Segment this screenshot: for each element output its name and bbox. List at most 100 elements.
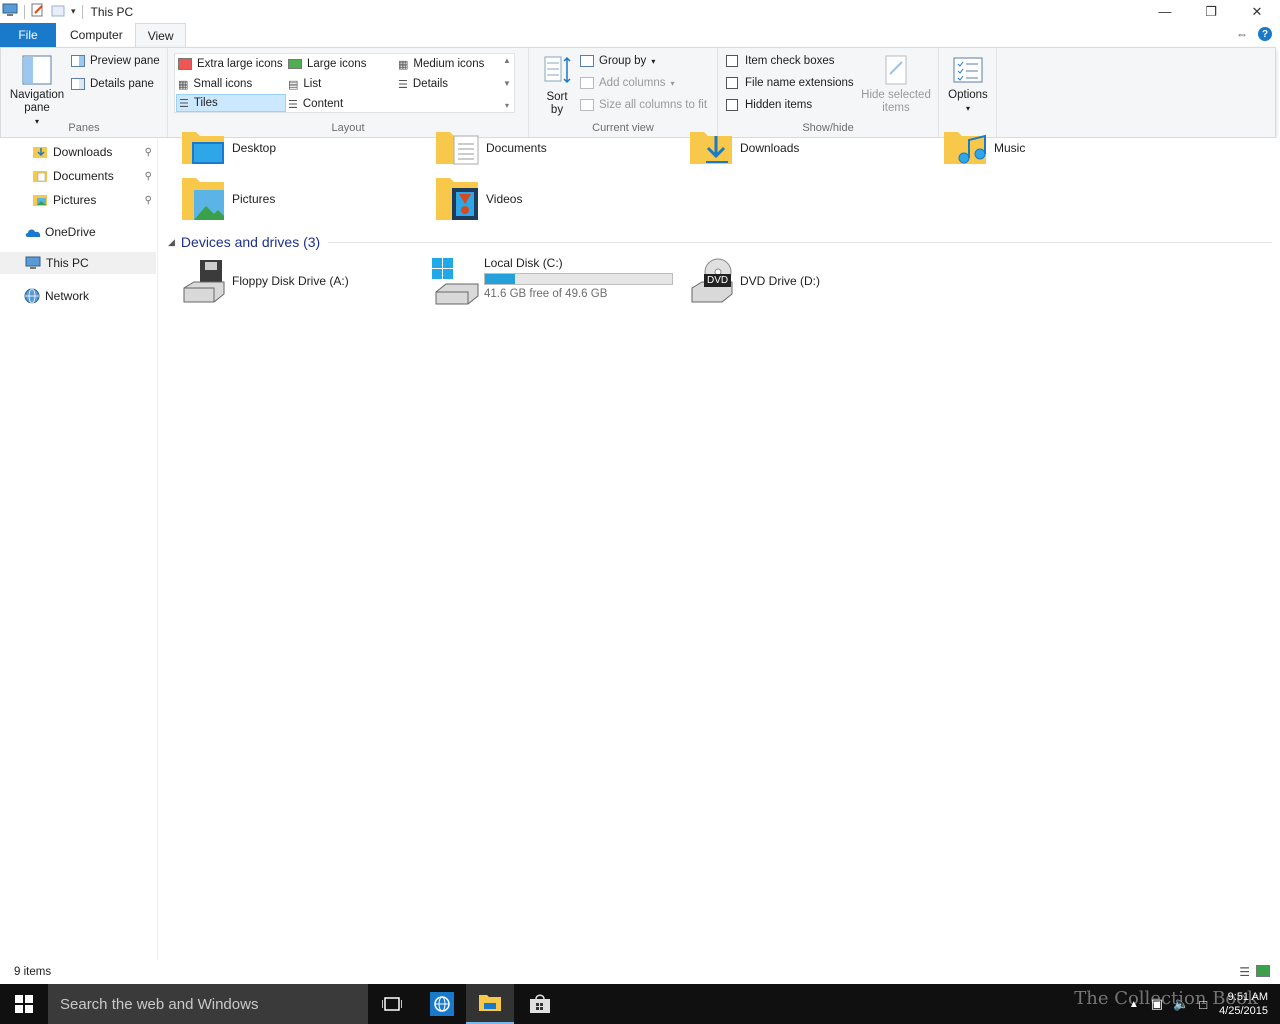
devices-section-header[interactable]: ◢ Devices and drives (3): [168, 234, 1272, 250]
file-name-extensions-checkbox[interactable]: [726, 77, 738, 89]
folder-tile-music[interactable]: Music: [942, 130, 1025, 166]
add-columns-button[interactable]: Add columns ▾: [580, 74, 675, 92]
item-check-boxes-checkbox[interactable]: [726, 55, 738, 67]
folder-tile-videos[interactable]: Videos: [434, 176, 522, 222]
view-switcher: ☰: [1239, 965, 1270, 979]
properties-icon[interactable]: [31, 3, 45, 20]
documents-folder-icon: [436, 132, 479, 165]
sort-by-button[interactable]: Sort by: [537, 54, 577, 117]
taskbar-store-button[interactable]: [516, 984, 564, 1024]
small-icons-label: Small icons: [193, 78, 253, 90]
file-name-extensions-toggle[interactable]: File name extensions: [726, 74, 854, 92]
tab-computer[interactable]: Computer: [58, 23, 135, 47]
close-button[interactable]: ✕: [1234, 0, 1280, 23]
large-icons-view-icon[interactable]: [1256, 965, 1270, 977]
pin-icon[interactable]: ⚲: [145, 195, 152, 206]
clock-date: 4/25/2015: [1219, 1005, 1268, 1017]
volume-icon[interactable]: 🔈: [1173, 996, 1189, 1012]
action-center-icon[interactable]: □: [1199, 997, 1207, 1012]
window-title: This PC: [90, 4, 134, 19]
tab-view[interactable]: View: [134, 23, 187, 47]
large-icons-label: Large icons: [307, 58, 367, 70]
tiles-icon: ☰: [179, 97, 189, 110]
show-hidden-icons-icon[interactable]: ▲: [1129, 999, 1139, 1010]
pin-icon[interactable]: ⚲: [145, 171, 152, 182]
nav-item-network[interactable]: Network: [0, 285, 156, 307]
layout-medium-icons[interactable]: ▦ Medium icons: [398, 55, 484, 73]
pin-icon[interactable]: ⚲: [145, 147, 152, 158]
options-label: Options: [948, 89, 988, 101]
hide-selected-items-icon: [885, 55, 907, 85]
taskbar-clock[interactable]: 9:51 AM 4/25/2015: [1219, 990, 1280, 1018]
folder-tile-pictures[interactable]: Pictures: [180, 176, 275, 222]
drive-tile-floppy[interactable]: Floppy Disk Drive (A:): [180, 258, 349, 304]
layout-content[interactable]: ☰ Content: [288, 95, 343, 113]
folder-tile-documents[interactable]: Documents: [434, 130, 547, 166]
folder-tile-downloads[interactable]: Downloads: [688, 130, 799, 166]
chevron-down-icon: ▾: [651, 56, 656, 66]
hidden-items-toggle[interactable]: Hidden items: [726, 96, 812, 114]
hide-selected-items-label: Hide selected items: [861, 89, 931, 114]
expand-gallery-icon[interactable]: ▾: [505, 101, 509, 110]
preview-pane-label: Preview pane: [90, 55, 160, 67]
drive-free-space: 41.6 GB free of 49.6 GB: [484, 288, 608, 300]
chevron-down-icon: ▾: [670, 78, 675, 88]
help-icon[interactable]: ?: [1258, 27, 1272, 41]
layout-list[interactable]: ▤ List: [288, 75, 321, 93]
customize-qat-chevron-icon[interactable]: ▾: [71, 6, 76, 17]
network-tray-icon[interactable]: ▣: [1151, 996, 1163, 1012]
restore-button[interactable]: ❐: [1188, 0, 1234, 23]
pin-ribbon-icon[interactable]: ⇔: [1236, 27, 1248, 41]
item-count: 9 items: [14, 966, 52, 978]
layout-details[interactable]: ☰ Details: [398, 75, 448, 93]
dvd-badge: DVD: [704, 274, 732, 287]
item-check-boxes-toggle[interactable]: Item check boxes: [726, 52, 834, 70]
preview-pane-button[interactable]: Preview pane: [71, 52, 160, 70]
floppy-drive-icon: [183, 260, 225, 303]
ribbon-view: Navigation pane ▾ Preview pane Details p…: [0, 47, 1276, 138]
list-icon: ▤: [288, 78, 299, 91]
folder-name: Pictures: [232, 192, 276, 206]
folder-name: Videos: [486, 192, 523, 206]
nav-item-this-pc[interactable]: This PC: [0, 252, 156, 274]
layout-small-icons[interactable]: ▦ Small icons: [178, 75, 252, 93]
nav-item-pictures[interactable]: Pictures ⚲: [0, 189, 156, 211]
this-pc-app-icon[interactable]: [2, 3, 18, 20]
navigation-pane-button[interactable]: Navigation pane ▾: [7, 54, 67, 128]
folder-tile-desktop[interactable]: Desktop: [180, 130, 276, 166]
minimize-button[interactable]: —: [1142, 0, 1188, 23]
layout-extra-large-icons[interactable]: Extra large icons: [178, 55, 283, 73]
nav-item-label: OneDrive: [45, 225, 96, 239]
group-by-button[interactable]: Group by ▾: [580, 52, 655, 70]
drive-tile-dvd[interactable]: DVD DVD Drive (D:): [688, 258, 820, 304]
nav-item-label: Documents: [53, 169, 114, 183]
size-all-columns-button[interactable]: Size all columns to fit: [580, 96, 707, 114]
nav-item-onedrive[interactable]: OneDrive: [0, 221, 156, 243]
collapse-triangle-icon[interactable]: ◢: [168, 237, 175, 248]
task-view-button[interactable]: [368, 984, 416, 1024]
new-folder-icon[interactable]: [51, 3, 65, 20]
hide-selected-items-button[interactable]: Hide selected items: [858, 54, 934, 115]
nav-item-documents[interactable]: Documents ⚲: [0, 165, 156, 187]
drive-tile-local-disk-c[interactable]: Local Disk (C:) 41.6 GB free of 49.6 GB: [430, 256, 673, 306]
nav-item-downloads[interactable]: Downloads ⚲: [0, 141, 156, 163]
options-button[interactable]: Options ▾: [943, 54, 993, 115]
details-label: Details: [412, 78, 449, 90]
layout-tiles[interactable]: ☰ Tiles: [176, 94, 286, 112]
taskbar-file-explorer-button[interactable]: [466, 984, 514, 1024]
item-check-boxes-label: Item check boxes: [745, 55, 835, 67]
group-panes: Navigation pane ▾ Preview pane Details p…: [1, 48, 168, 137]
start-button[interactable]: [0, 984, 48, 1024]
pictures-folder-icon: [33, 195, 47, 206]
details-pane-button[interactable]: Details pane: [71, 75, 154, 93]
scroll-up-icon[interactable]: ▲: [503, 56, 511, 65]
hidden-items-checkbox[interactable]: [726, 99, 738, 111]
taskbar-search-box[interactable]: Search the web and Windows: [48, 984, 368, 1024]
tab-file[interactable]: File: [0, 23, 56, 47]
details-view-icon[interactable]: ☰: [1239, 965, 1250, 979]
taskbar-browser-button[interactable]: [418, 984, 466, 1024]
layout-large-icons[interactable]: Large icons: [288, 55, 366, 73]
layout-gallery-scroll[interactable]: ▲ ▼ ▾: [500, 54, 514, 112]
scroll-down-icon[interactable]: ▼: [503, 79, 511, 88]
window-controls: — ❐ ✕: [1142, 0, 1280, 23]
